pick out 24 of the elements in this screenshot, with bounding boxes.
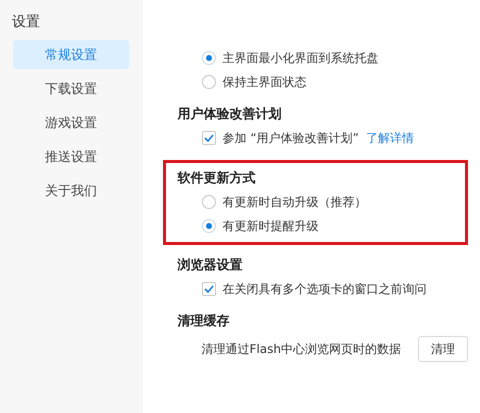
radio-button[interactable]	[202, 75, 216, 89]
radio-button[interactable]	[202, 219, 216, 233]
checkbox[interactable]	[202, 131, 216, 145]
nav-item[interactable]: 关于我们	[13, 176, 129, 205]
option-label: 参加 “用户体验改善计划”	[222, 130, 359, 146]
section-title: 软件更新方式	[178, 170, 257, 188]
checkbox[interactable]	[202, 282, 216, 296]
section-title: 浏览器设置	[178, 256, 244, 275]
clear-button[interactable]: 清理	[418, 336, 468, 362]
radio-button[interactable]	[202, 195, 216, 209]
sidebar-title: 设置	[12, 13, 41, 31]
option-label: 有更新时提醒升级	[222, 218, 319, 234]
option-label: 有更新时自动升级（推荐）	[222, 194, 367, 210]
section-title: 用户体验改善计划	[178, 106, 283, 124]
nav-item[interactable]: 游戏设置	[13, 108, 129, 137]
section-title: 清理缓存	[178, 313, 231, 331]
nav-item[interactable]: 下载设置	[13, 74, 129, 103]
nav-item[interactable]: 推送设置	[13, 142, 129, 171]
details-link[interactable]: 了解详情	[366, 130, 414, 146]
radio-button[interactable]	[202, 51, 216, 65]
option-label: 清理通过Flash中心浏览网页时的数据	[202, 340, 401, 358]
option-label: 主界面最小化界面到系统托盘	[222, 50, 379, 66]
option-label: 在关闭具有多个选项卡的窗口之前询问	[222, 280, 427, 298]
option-label: 保持主界面状态	[222, 74, 307, 90]
